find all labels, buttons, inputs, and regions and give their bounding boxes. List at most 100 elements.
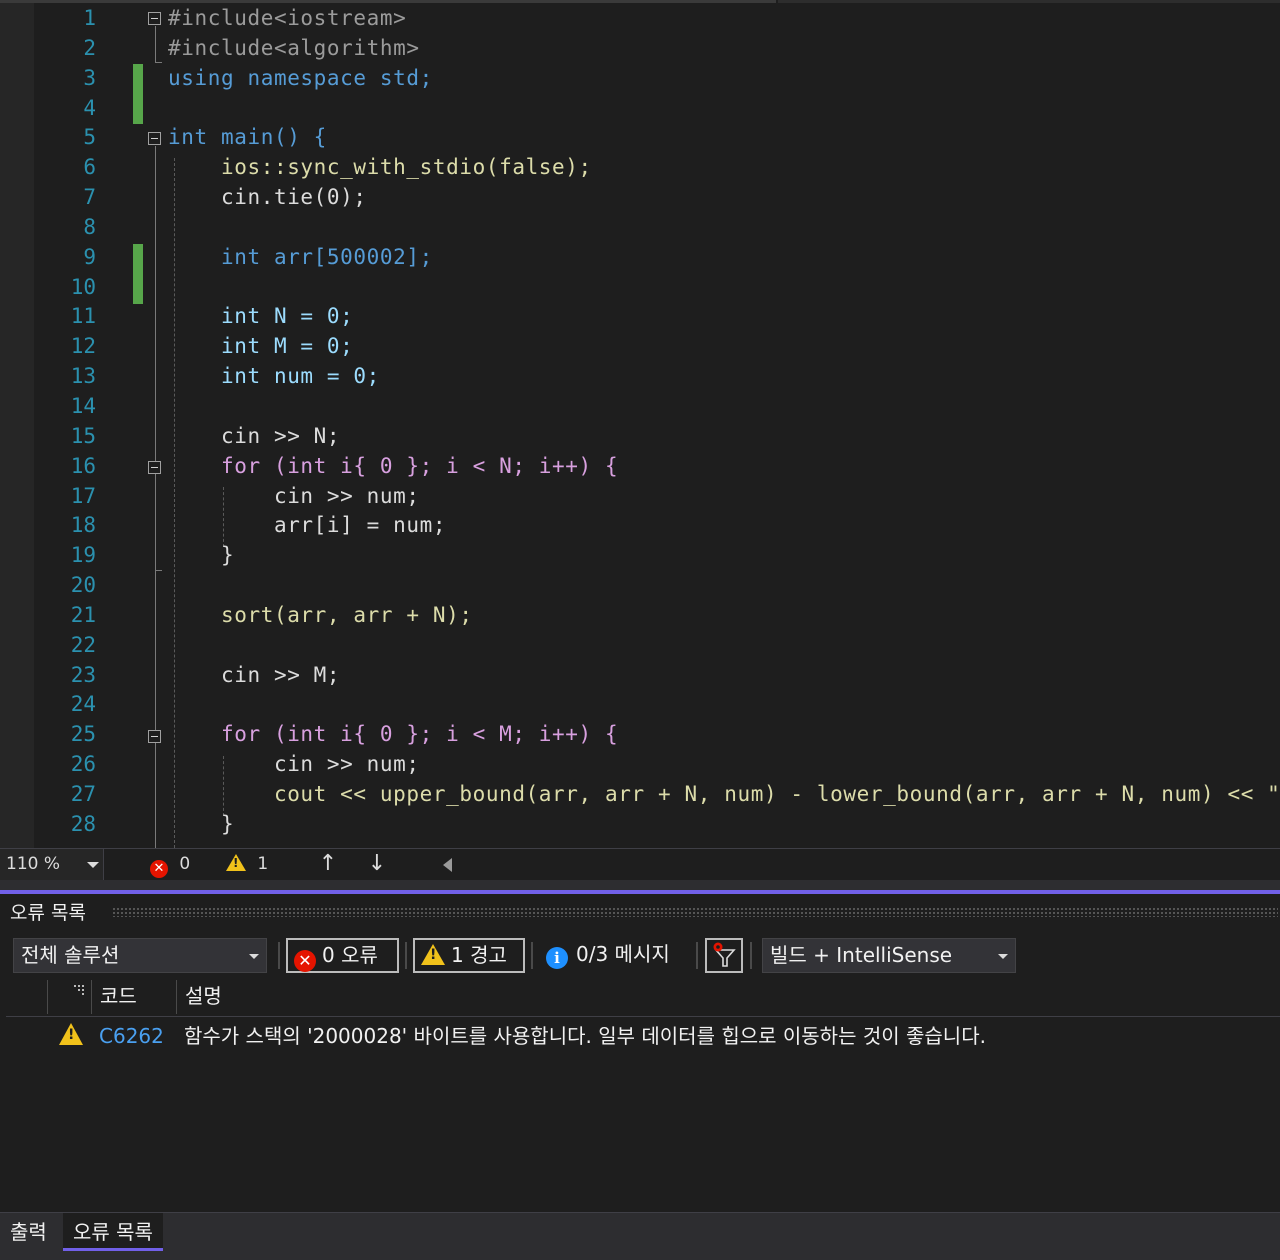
line-number: 21: [70, 602, 96, 627]
warning-icon: [421, 944, 445, 965]
line-number: 4: [83, 95, 96, 120]
chevron-down-icon: [87, 862, 99, 868]
column-header-code[interactable]: 코드: [100, 982, 137, 1010]
error-list-row[interactable]: C6262 함수가 스택의 '2000028' 바이트를 사용합니다. 일부 데…: [0, 1020, 1280, 1052]
code-line: ios::sync_with_stdio(false);: [168, 153, 1280, 183]
line-number: 20: [70, 573, 96, 598]
code-line: cin.tie(0);: [168, 183, 1280, 213]
warnings-toggle-label: 1 경고: [451, 943, 507, 967]
source-dropdown[interactable]: 빌드 + IntelliSense: [762, 938, 1016, 973]
zoom-dropdown[interactable]: 110 %: [0, 849, 104, 880]
code-line: cin >> num;: [168, 750, 1280, 780]
code-line: for (int i{ 0 }; i < M; i++) {: [168, 720, 1280, 750]
code-line-text: }: [168, 811, 235, 836]
line-number: 23: [70, 662, 96, 687]
line-number: 13: [70, 364, 96, 389]
warning-icon: [59, 1023, 83, 1045]
code-area[interactable]: #include<iostream> #include<algorithm> u…: [168, 4, 1280, 840]
code-line: int arr[500002];: [168, 243, 1280, 273]
line-number: 3: [83, 65, 96, 90]
toolbar-separator: [531, 942, 533, 969]
code-line: sort(arr, arr + N);: [168, 601, 1280, 631]
messages-toggle-label: 0/3 메시지: [576, 942, 670, 966]
code-line-text: cin >> N;: [168, 423, 341, 448]
next-issue-button[interactable]: ↓: [366, 853, 388, 877]
line-numbers: 1 2 3 4 5 6 7 8 9 10 11 12 13 14 15 16 1…: [34, 4, 96, 840]
warnings-filter-toggle[interactable]: 1 경고: [413, 938, 525, 973]
scope-value: 전체 솔루션: [21, 943, 120, 967]
info-icon: i: [546, 947, 568, 969]
code-line-text: cin.tie(0);: [168, 185, 367, 210]
code-line: cout << upper_bound(arr, arr + N, num) -…: [168, 780, 1280, 810]
errors-toggle-label: 0 오류: [322, 943, 378, 967]
change-bar: [133, 244, 143, 304]
outline-line: [155, 62, 162, 63]
error-count-indicator[interactable]: ✕ 0: [150, 849, 190, 880]
editor-margin: [0, 0, 34, 848]
code-line: int main() {: [168, 123, 1280, 153]
collapse-icon[interactable]: [148, 132, 161, 145]
column-header-row: 코드 설명: [0, 978, 1280, 1016]
code-line: cin >> num;: [168, 482, 1280, 512]
outline-line: [155, 26, 156, 63]
code-line-text: arr[i] = num;: [168, 513, 447, 538]
code-line-text: using namespace std;: [168, 65, 433, 90]
toolbar-separator: [278, 942, 280, 969]
code-line: arr[i] = num;: [168, 511, 1280, 541]
scope-dropdown[interactable]: 전체 솔루션: [13, 938, 267, 973]
sort-grip-icon[interactable]: [74, 980, 86, 995]
scroll-left-icon[interactable]: [443, 858, 452, 872]
error-list-panel: 오류 목록 전체 솔루션 ✕ 0 오류 1 경고 i 0/3 메시지 빌드 + In…: [0, 894, 1280, 1212]
code-line-text: #include<iostream>: [168, 6, 407, 30]
toolbar-separator: [405, 942, 407, 969]
warning-count-indicator[interactable]: 1: [226, 849, 268, 880]
code-line-text: int N = 0;: [168, 304, 354, 329]
column-divider: [47, 980, 48, 1014]
code-line-text: }: [168, 543, 235, 568]
collapse-icon[interactable]: [148, 12, 161, 25]
horizontal-scrollbar[interactable]: [460, 849, 1280, 880]
tab-error-list[interactable]: 오류 목록: [63, 1213, 163, 1251]
code-line-text: for (int i{ 0 }; i < M; i++) {: [168, 722, 619, 747]
editor-top-rule: [0, 0, 776, 3]
column-header-description[interactable]: 설명: [185, 982, 222, 1010]
tab-output[interactable]: 출력: [0, 1213, 57, 1251]
tab-label: 출력: [10, 1220, 47, 1244]
error-icon: ✕: [294, 950, 316, 972]
code-line-text: sort(arr, arr + N);: [168, 602, 473, 627]
collapse-icon[interactable]: [148, 730, 161, 743]
code-line: for (int i{ 0 }; i < N; i++) {: [168, 452, 1280, 482]
error-code-link[interactable]: C6262: [99, 1022, 164, 1050]
line-number: 25: [70, 722, 96, 747]
line-number: 6: [83, 155, 96, 180]
line-number: 9: [83, 244, 96, 269]
code-line-text: cin >> num;: [168, 483, 420, 508]
code-editor[interactable]: 1 2 3 4 5 6 7 8 9 10 11 12 13 14 15 16 1…: [0, 0, 1280, 848]
collapse-icon[interactable]: [148, 461, 161, 474]
code-line: cin >> M;: [168, 661, 1280, 691]
error-description: 함수가 스택의 '2000028' 바이트를 사용합니다. 일부 데이터를 힙으…: [184, 1024, 986, 1048]
toolbar-separator: [696, 942, 698, 969]
code-line-text: cout << upper_bound(arr, arr + N, num) -…: [168, 781, 1280, 806]
panel-drag-grip[interactable]: [112, 907, 1278, 917]
panel-splitter[interactable]: [0, 880, 1280, 890]
code-line: cin >> N;: [168, 422, 1280, 452]
code-line-text: int main() {: [168, 125, 327, 150]
line-number: 8: [83, 214, 96, 239]
filter-button[interactable]: [705, 938, 743, 973]
messages-filter-toggle[interactable]: i 0/3 메시지: [546, 938, 686, 973]
line-number: 26: [70, 752, 96, 777]
line-number: 16: [70, 453, 96, 478]
outline-line: [155, 570, 162, 571]
line-number: 22: [70, 632, 96, 657]
errors-filter-toggle[interactable]: ✕ 0 오류: [286, 938, 399, 973]
line-number: 24: [70, 692, 96, 717]
code-line-text: #include<algorithm>: [168, 35, 420, 60]
code-line-text: int M = 0;: [168, 334, 354, 359]
previous-issue-button[interactable]: ↑: [317, 853, 339, 877]
code-line: #include<iostream>: [168, 4, 1280, 34]
bottom-tab-strip: 출력 오류 목록: [0, 1212, 1280, 1260]
